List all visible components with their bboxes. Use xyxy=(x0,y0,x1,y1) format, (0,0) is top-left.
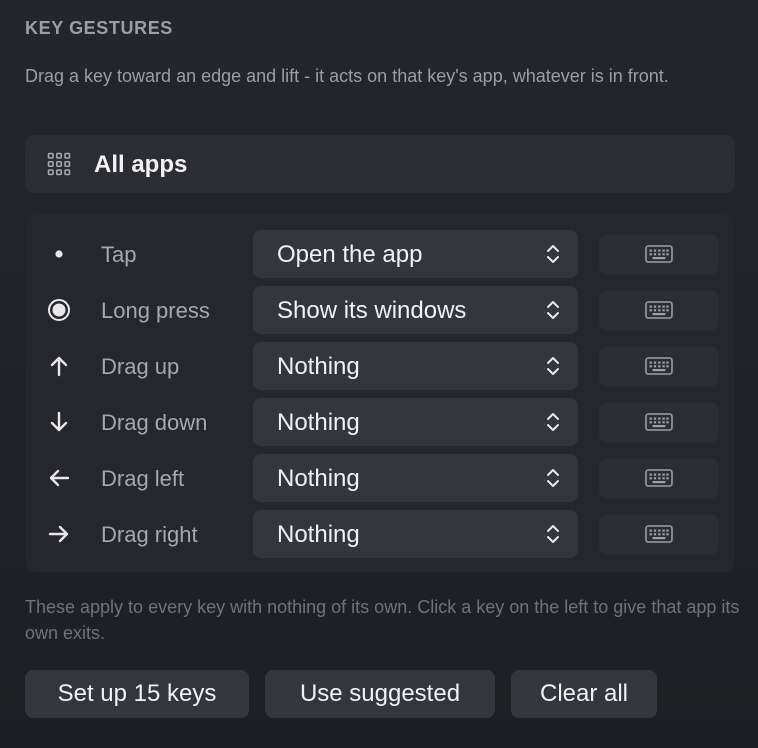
drag-up-shortcut-button[interactable] xyxy=(599,346,719,386)
gesture-label: Drag down xyxy=(101,410,208,435)
scope-label: All apps xyxy=(94,151,188,178)
tap-action-select[interactable]: Open the app xyxy=(253,230,578,278)
arrow-right-icon xyxy=(47,522,71,546)
gestures-footnote: These apply to every key with nothing of… xyxy=(25,597,740,643)
set-up-keys-button[interactable]: Set up 15 keys xyxy=(25,670,249,718)
drag-down-action-select[interactable]: Nothing xyxy=(253,398,578,446)
chevron-updown-icon xyxy=(547,413,559,431)
gesture-row-drag-right: Drag right Nothing xyxy=(25,510,735,558)
arrow-left-icon xyxy=(47,466,71,490)
keyboard-icon xyxy=(645,301,673,319)
select-value: Nothing xyxy=(277,409,360,436)
chevron-updown-icon xyxy=(547,301,559,319)
select-value: Show its windows xyxy=(277,297,467,324)
chevron-updown-icon xyxy=(547,525,559,543)
gesture-label: Drag right xyxy=(101,522,198,547)
chevron-updown-icon xyxy=(547,357,559,375)
drag-left-shortcut-button[interactable] xyxy=(599,458,719,498)
drag-left-action-select[interactable]: Nothing xyxy=(253,454,578,502)
gesture-label: Drag left xyxy=(101,466,185,491)
gesture-list: Tap Open the app Long press Show its win… xyxy=(25,214,735,572)
tap-shortcut-button[interactable] xyxy=(599,234,719,274)
keyboard-icon xyxy=(645,357,673,375)
gesture-row-tap: Tap Open the app xyxy=(25,230,735,278)
keyboard-icon xyxy=(645,245,673,263)
select-value: Nothing xyxy=(277,465,360,492)
arrow-up-icon xyxy=(47,354,71,378)
gesture-row-drag-up: Drag up Nothing xyxy=(25,342,735,390)
ring-icon xyxy=(47,298,71,322)
arrow-down-icon xyxy=(47,410,71,434)
gesture-row-drag-down: Drag down Nothing xyxy=(25,398,735,446)
gesture-label: Long press xyxy=(101,298,210,323)
section-title: KEY GESTURES xyxy=(25,18,173,38)
long-press-shortcut-button[interactable] xyxy=(599,290,719,330)
long-press-action-select[interactable]: Show its windows xyxy=(253,286,578,334)
select-value: Nothing xyxy=(277,521,360,548)
select-value: Nothing xyxy=(277,353,360,380)
gesture-label: Tap xyxy=(101,242,137,267)
gesture-label: Drag up xyxy=(101,354,180,379)
grid-icon xyxy=(47,152,71,176)
gesture-row-drag-left: Drag left Nothing xyxy=(25,454,735,502)
drag-right-shortcut-button[interactable] xyxy=(599,514,719,554)
keyboard-icon xyxy=(645,469,673,487)
dot-icon xyxy=(47,242,71,266)
drag-up-action-select[interactable]: Nothing xyxy=(253,342,578,390)
drag-right-action-select[interactable]: Nothing xyxy=(253,510,578,558)
section-description: Drag a key toward an edge and lift - it … xyxy=(25,66,669,86)
gesture-row-long-press: Long press Show its windows xyxy=(25,286,735,334)
clear-all-button[interactable]: Clear all xyxy=(511,670,657,718)
chevron-updown-icon xyxy=(547,245,559,263)
chevron-updown-icon xyxy=(547,469,559,487)
keyboard-icon xyxy=(645,413,673,431)
keyboard-icon xyxy=(645,525,673,543)
select-value: Open the app xyxy=(277,241,423,268)
scope-selector[interactable]: All apps xyxy=(25,135,735,193)
use-suggested-button[interactable]: Use suggested xyxy=(265,670,495,718)
drag-down-shortcut-button[interactable] xyxy=(599,402,719,442)
